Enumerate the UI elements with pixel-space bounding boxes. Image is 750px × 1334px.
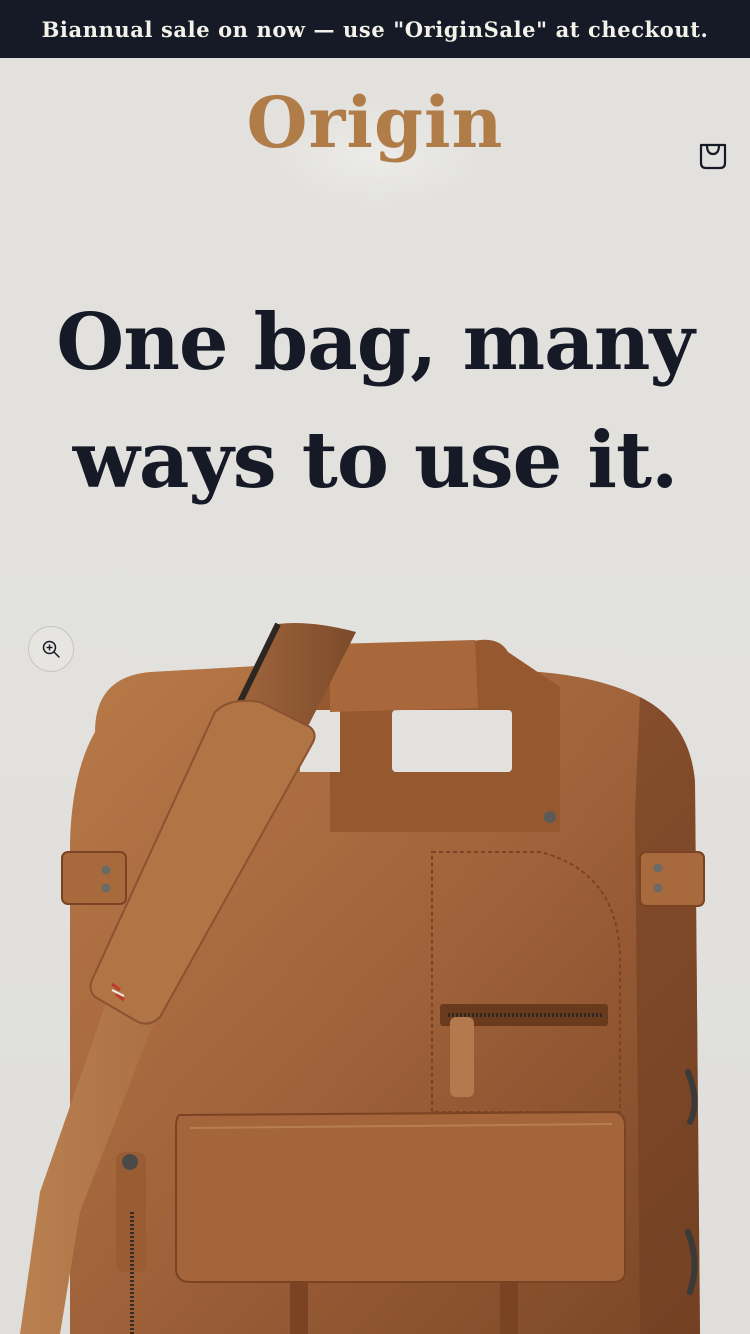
leather-bag-image: [20, 622, 705, 1334]
zoom-button[interactable]: [28, 626, 74, 672]
headline-line-1: One bag, many: [56, 297, 694, 388]
hero-media: [0, 512, 750, 1334]
cart-button[interactable]: [694, 136, 732, 174]
shopping-bag-icon: [699, 143, 727, 170]
zoom-in-icon: [42, 640, 60, 658]
site-logo[interactable]: Origin: [0, 88, 750, 158]
hero-headline: One bag, many ways to use it.: [0, 284, 750, 520]
announcement-text: Biannual sale on now — use "OriginSale" …: [41, 16, 709, 42]
announcement-bar: Biannual sale on now — use "OriginSale" …: [0, 0, 750, 58]
site-header: Origin: [0, 58, 750, 228]
headline-line-2: ways to use it.: [72, 415, 679, 506]
